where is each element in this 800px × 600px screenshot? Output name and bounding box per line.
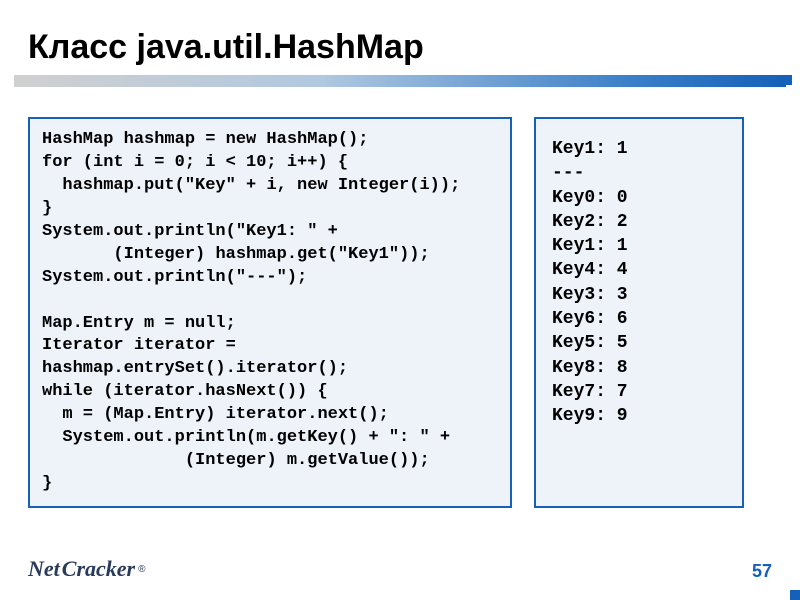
logo-registered: ® (138, 564, 145, 575)
corner-top-right (782, 75, 792, 85)
code-block-source: HashMap hashmap = new HashMap(); for (in… (28, 117, 512, 508)
logo-cracker: Cracker (62, 556, 135, 582)
brand-logo: NetCracker® (28, 556, 145, 582)
corner-bottom-right (790, 590, 800, 600)
title-divider (14, 75, 786, 87)
code-block-output: Key1: 1 --- Key0: 0 Key2: 2 Key1: 1 Key4… (534, 117, 744, 508)
content-area: HashMap hashmap = new HashMap(); for (in… (28, 117, 772, 508)
footer: NetCracker® 57 (28, 556, 772, 582)
logo-net: Net (28, 556, 60, 582)
slide-title: Класс java.util.HashMap (28, 28, 772, 67)
slide: Класс java.util.HashMap HashMap hashmap … (0, 0, 800, 600)
page-number: 57 (752, 561, 772, 582)
